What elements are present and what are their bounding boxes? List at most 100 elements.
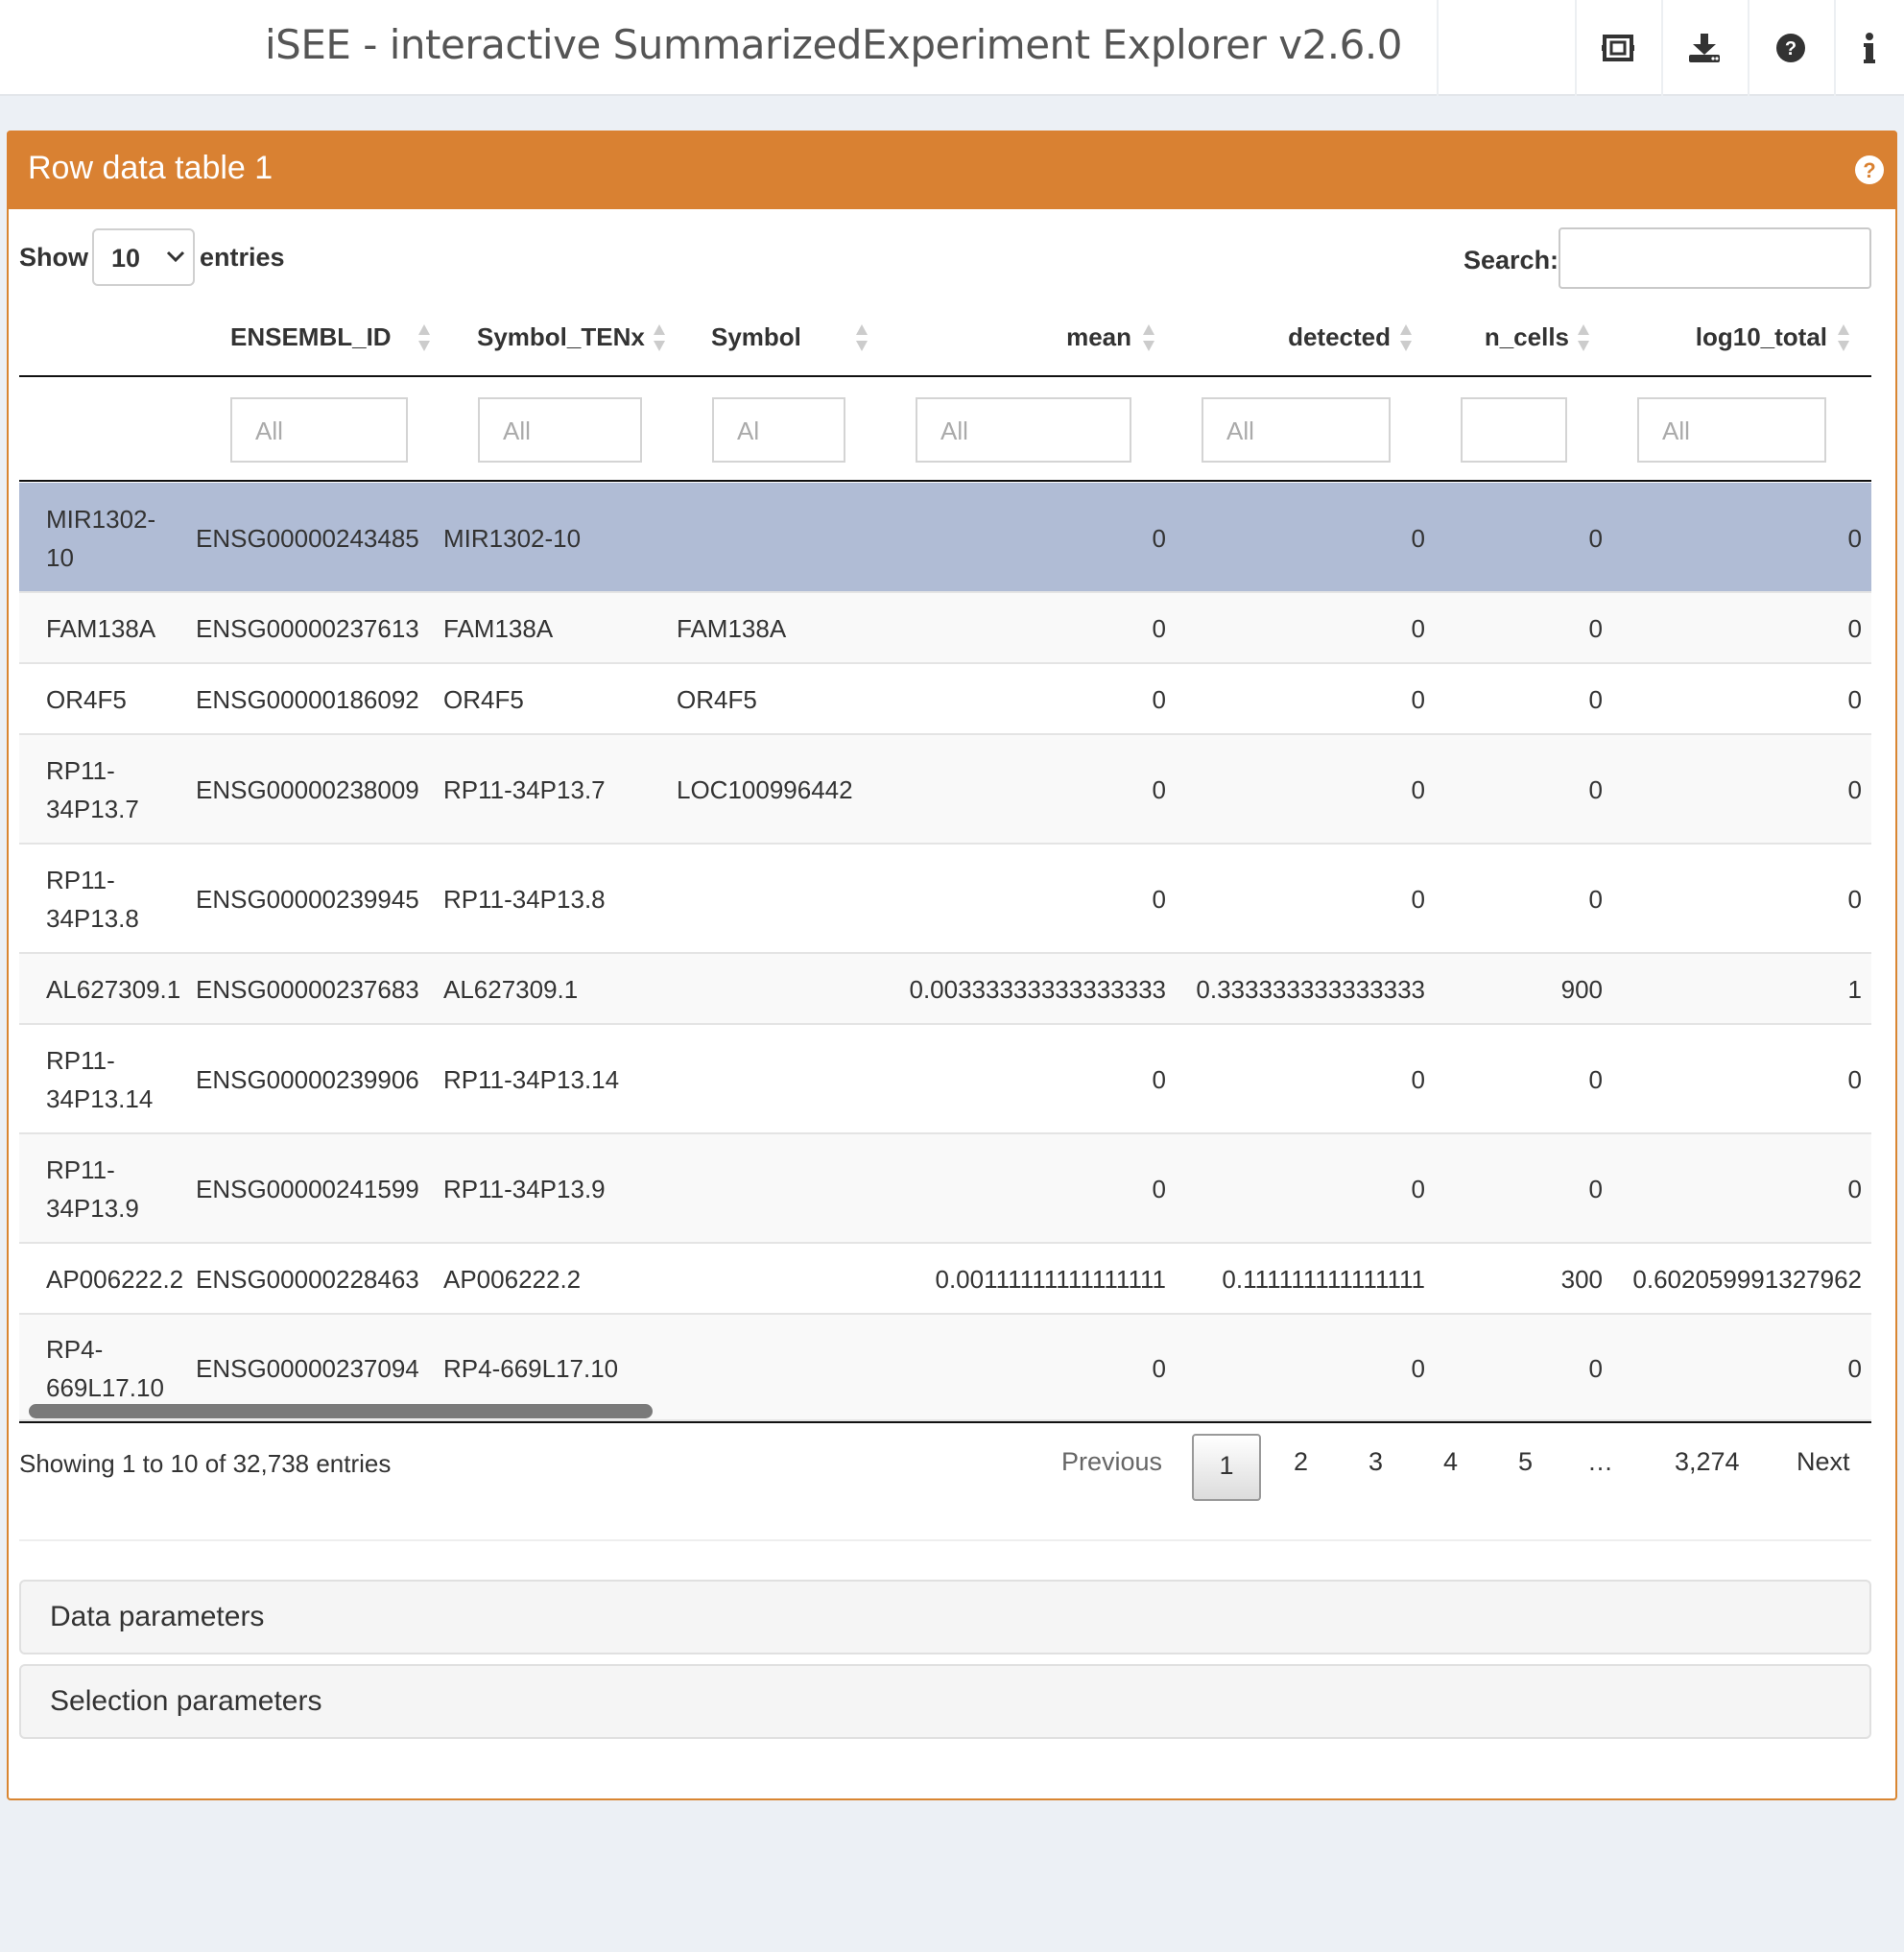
pagination-next[interactable]: Next [1797, 1447, 1850, 1477]
cell-ensembl-id: ENSG00000241599 [196, 1175, 419, 1203]
cell-ensembl-id: ENSG00000243485 [196, 523, 419, 553]
app-header: iSEE - interactive SummarizedExperiment … [0, 0, 1904, 96]
cell-detected: 0 [1411, 1065, 1425, 1094]
info-button[interactable] [1834, 0, 1904, 96]
cell-mean: 0 [1152, 1065, 1166, 1094]
cell-log10-total: 0 [1847, 523, 1862, 553]
column-header-mean[interactable]: mean [1066, 322, 1131, 352]
cell-log10-total: 0 [1847, 775, 1862, 804]
show-label: Show [19, 243, 88, 272]
panel-header: Row data table 1 ? [7, 131, 1897, 209]
filter-symbol-tenx[interactable]: All [478, 397, 642, 463]
table-row[interactable]: RP11- 34P13.9 ENSG00000241599 RP11-34P13.9 0… [19, 1134, 1871, 1244]
table-row[interactable]: RP11- 34P13.7 ENSG00000238009 RP11-34P13.7 L… [19, 735, 1871, 845]
pagination-page-4[interactable]: 4 [1443, 1447, 1458, 1477]
filter-mean[interactable]: All [916, 397, 1131, 463]
table-footer-rule [19, 1421, 1871, 1423]
cell-n-cells: 0 [1588, 1175, 1603, 1203]
download-button[interactable] [1661, 0, 1748, 96]
cell-row-name: AP006222.2 [46, 1260, 183, 1298]
cell-mean: 0 [1152, 685, 1166, 714]
cell-symbol-tenx: OR4F5 [443, 685, 524, 714]
cell-mean: 0 [1152, 1353, 1166, 1383]
pagination-page-2[interactable]: 2 [1294, 1447, 1308, 1477]
cell-symbol: FAM138A [677, 614, 787, 643]
cell-ensembl-id: ENSG00000228463 [196, 1265, 419, 1294]
sort-icon[interactable] [1399, 322, 1413, 353]
cell-row-name: OR4F5 [46, 680, 127, 719]
filter-n-cells[interactable] [1461, 397, 1567, 463]
cell-row-name: MIR1302- 10 [46, 500, 155, 577]
table-row[interactable]: AP006222.2 ENSG00000228463 AP006222.2 0.001… [19, 1244, 1871, 1315]
cell-log10-total: 0 [1847, 885, 1862, 914]
column-header-symbol[interactable]: Symbol [711, 322, 801, 352]
search-input[interactable] [1559, 227, 1871, 289]
horizontal-scrollbar[interactable] [29, 1404, 653, 1418]
row-name-line: MIR1302- [46, 504, 156, 534]
column-header-n-cells[interactable]: n_cells [1485, 322, 1569, 352]
cell-log10-total: 0 [1847, 1175, 1862, 1203]
cell-ensembl-id: ENSG00000186092 [196, 685, 419, 714]
cell-symbol-tenx: RP4-669L17.10 [443, 1353, 619, 1383]
cell-detected: 0.333333333333333 [1196, 975, 1425, 1004]
column-header-ensembl-id[interactable]: ENSEMBL_ID [230, 322, 392, 352]
row-name-line: AP006222.2 [46, 1265, 184, 1294]
pagination-page-5[interactable]: 5 [1518, 1447, 1533, 1477]
cell-n-cells: 900 [1560, 975, 1603, 1004]
column-header-detected[interactable]: detected [1288, 322, 1391, 352]
data-parameters-section[interactable]: Data parameters [19, 1580, 1871, 1654]
filter-rule [19, 480, 1871, 482]
table-row[interactable]: FAM138A ENSG00000237613 FAM138A FAM138A 0 0 0 0 [19, 593, 1871, 664]
sort-icon[interactable] [1577, 322, 1590, 353]
cell-n-cells: 0 [1588, 614, 1603, 643]
filter-log10-total[interactable]: All [1637, 397, 1826, 463]
pagination-page-3[interactable]: 3 [1368, 1447, 1383, 1477]
table-row[interactable]: MIR1302- 10 ENSG00000243485 MIR1302-10 0 0 0 0 [19, 483, 1871, 593]
screenshot-button[interactable] [1575, 0, 1661, 96]
row-name-line: 34P13.7 [46, 795, 139, 823]
cell-mean: 0 [1152, 614, 1166, 643]
panel-title: Row data table 1 [28, 150, 274, 186]
table-row[interactable]: OR4F5 ENSG00000186092 OR4F5 OR4F5 0 0 0 0 [19, 664, 1871, 735]
panel-help-icon[interactable]: ? [1853, 154, 1886, 186]
column-header-symbol-tenx[interactable]: Symbol_TENx [477, 322, 645, 352]
row-name-line: AL627309.1 [46, 975, 181, 1004]
cell-mean: 0 [1152, 885, 1166, 914]
sort-icon[interactable] [855, 322, 869, 353]
sort-icon[interactable] [1837, 322, 1850, 353]
help-button[interactable]: ? [1748, 0, 1834, 96]
filter-symbol[interactable]: Al [712, 397, 845, 463]
table-row[interactable]: AL627309.1 ENSG00000237683 AL627309.1 0.003… [19, 954, 1871, 1025]
cell-log10-total: 0 [1847, 1353, 1862, 1383]
page-length-value: 10 [111, 244, 141, 273]
column-header-log10-total[interactable]: log10_total [1696, 322, 1827, 352]
table-row[interactable]: RP11- 34P13.8 ENSG00000239945 RP11-34P13.8 0… [19, 845, 1871, 954]
table-header-rule [19, 375, 1871, 377]
cell-n-cells: 300 [1560, 1265, 1603, 1294]
row-name-line: RP11- [46, 1155, 115, 1184]
cell-mean: 0 [1152, 775, 1166, 804]
filter-detected[interactable]: All [1202, 397, 1391, 463]
selection-parameters-section[interactable]: Selection parameters [19, 1664, 1871, 1739]
cell-symbol: LOC100996442 [677, 775, 853, 804]
table-row[interactable]: RP11- 34P13.14 ENSG00000239906 RP11-34P13.1… [19, 1025, 1871, 1134]
cell-symbol-tenx: RP11-34P13.14 [443, 1065, 620, 1094]
cell-symbol-tenx: AP006222.2 [443, 1265, 582, 1294]
sort-icon[interactable] [653, 322, 666, 353]
filter-ensembl-id[interactable]: All [230, 397, 408, 463]
table-info: Showing 1 to 10 of 32,738 entries [19, 1449, 392, 1478]
cell-symbol-tenx: AL627309.1 [443, 975, 579, 1004]
cell-ensembl-id: ENSG00000237683 [196, 975, 419, 1004]
cell-ensembl-id: ENSG00000237613 [196, 614, 419, 643]
row-name-line: OR4F5 [46, 685, 127, 714]
pagination-page-1[interactable]: 1 [1192, 1434, 1261, 1501]
sort-icon[interactable] [417, 322, 431, 353]
page-length-select[interactable]: 10 [92, 228, 195, 286]
sort-icon[interactable] [1142, 322, 1155, 353]
pagination-last-page[interactable]: 3,274 [1675, 1447, 1740, 1477]
pagination-previous[interactable]: Previous [1061, 1447, 1162, 1477]
row-name-line: 669L17.10 [46, 1372, 164, 1402]
help-icon: ? [1776, 34, 1805, 62]
cell-mean: 0.00111111111111111 [935, 1265, 1167, 1294]
cell-detected: 0 [1411, 775, 1425, 804]
